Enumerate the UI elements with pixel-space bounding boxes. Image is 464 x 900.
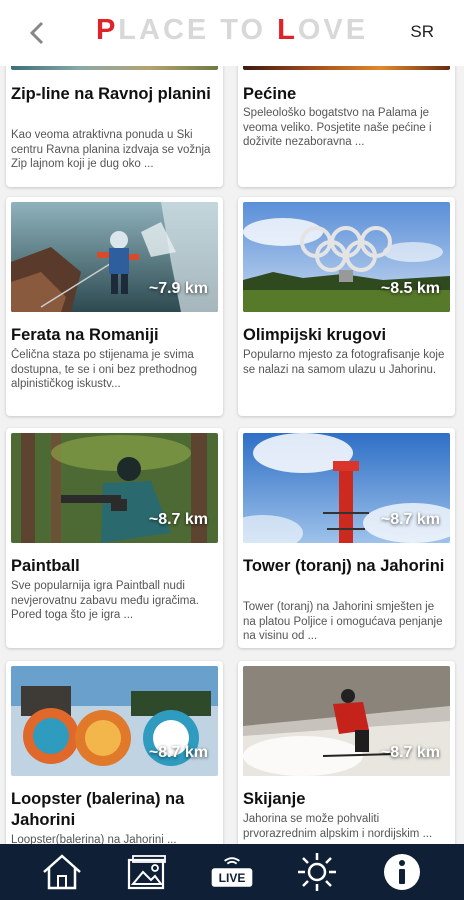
card-title: Loopster (balerina) na Jahorini (11, 790, 185, 829)
zip-line-image (11, 66, 218, 70)
card-description: Speleološko bogatstvo na Palama je veoma… (243, 107, 432, 148)
attraction-card[interactable]: ~8.5 km Olimpijski krugovi Popularno mje… (238, 197, 455, 416)
info-icon (383, 854, 420, 890)
distance-label: ~8.7 km (148, 744, 208, 761)
attraction-card[interactable]: ~8.7 km Loopster (balerina) na Jahorini … (6, 661, 223, 844)
card-description: Popularno mjesto za fotografisanje koje … (243, 349, 445, 376)
bottom-navigation: LIVE (0, 844, 464, 900)
attraction-card[interactable]: ~8.7 km Skijanje Jahorina se može pohval… (238, 661, 455, 844)
card-description: Loopster(balerina) na Jahorini ... (11, 834, 177, 844)
distance-label: ~8.7 km (380, 511, 440, 528)
attractions-grid: Zip-line na Ravnoj planini Kao veoma atr… (0, 66, 464, 844)
card-title: Paintball (11, 557, 80, 575)
live-label: LIVE (219, 871, 246, 885)
loopster-image: ~8.7 km (11, 666, 218, 776)
distance-label: ~8.7 km (380, 744, 440, 761)
attraction-card[interactable]: ~7.9 km Ferata na Romaniji Čelična staza… (6, 197, 223, 416)
card-title: Olimpijski krugovi (243, 326, 387, 344)
attraction-card[interactable]: Pećine Speleološko bogatstvo na Palama j… (238, 66, 455, 187)
card-title: Skijanje (243, 790, 306, 808)
logo-text-end: OVE (297, 14, 369, 46)
home-icon (43, 854, 82, 890)
logo-letter-l: L (277, 14, 298, 46)
logo-text-middle: LACE TO (118, 14, 278, 46)
paintball-image: ~8.7 km (11, 433, 218, 543)
attraction-card[interactable]: ~8.7 km Paintball Sve popularnija igra P… (6, 428, 223, 648)
olympic-rings-image: ~8.5 km (243, 202, 450, 312)
logo-letter-p: P (95, 14, 119, 46)
tower-image: ~8.7 km (243, 433, 450, 543)
nav-info[interactable] (378, 849, 426, 895)
card-title: Zip-line na Ravnoj planini (11, 85, 211, 103)
distance-label: ~8.5 km (380, 280, 440, 297)
card-description: Tower (toranj) na Jahorini smješten je n… (243, 601, 443, 642)
nav-home[interactable] (38, 849, 86, 895)
live-icon: LIVE (211, 857, 253, 887)
card-title: Tower (toranj) na Jahorini (243, 557, 445, 575)
app-logo: PLACE TO LOVE (0, 14, 464, 47)
card-description: Čelična staza po stijenama je svima dost… (11, 349, 198, 390)
attraction-card[interactable]: ~8.7 km Tower (toranj) na Jahorini Tower… (238, 428, 455, 648)
gallery-icon (128, 855, 167, 890)
language-switch[interactable]: SR (410, 22, 434, 42)
card-description: Jahorina se može pohvaliti prvorazrednim… (243, 813, 433, 840)
nav-gallery[interactable] (123, 849, 171, 895)
distance-label: ~7.9 km (148, 280, 208, 297)
nav-weather[interactable] (293, 849, 341, 895)
nav-live[interactable]: LIVE (208, 849, 256, 895)
card-title: Ferata na Romaniji (11, 326, 159, 344)
attraction-card[interactable]: Zip-line na Ravnoj planini Kao veoma atr… (6, 66, 223, 187)
card-description: Kao veoma atraktivna ponuda u Ski centru… (11, 129, 211, 170)
distance-label: ~8.7 km (148, 511, 208, 528)
app-header: PLACE TO LOVE SR (0, 0, 464, 66)
skiing-image: ~8.7 km (243, 666, 450, 776)
caves-image (243, 66, 450, 70)
card-title: Pećine (243, 85, 297, 103)
weather-icon (297, 853, 336, 891)
card-description: Sve popularnija igra Paintball nudi nevj… (11, 580, 199, 621)
ferata-image: ~7.9 km (11, 202, 218, 312)
